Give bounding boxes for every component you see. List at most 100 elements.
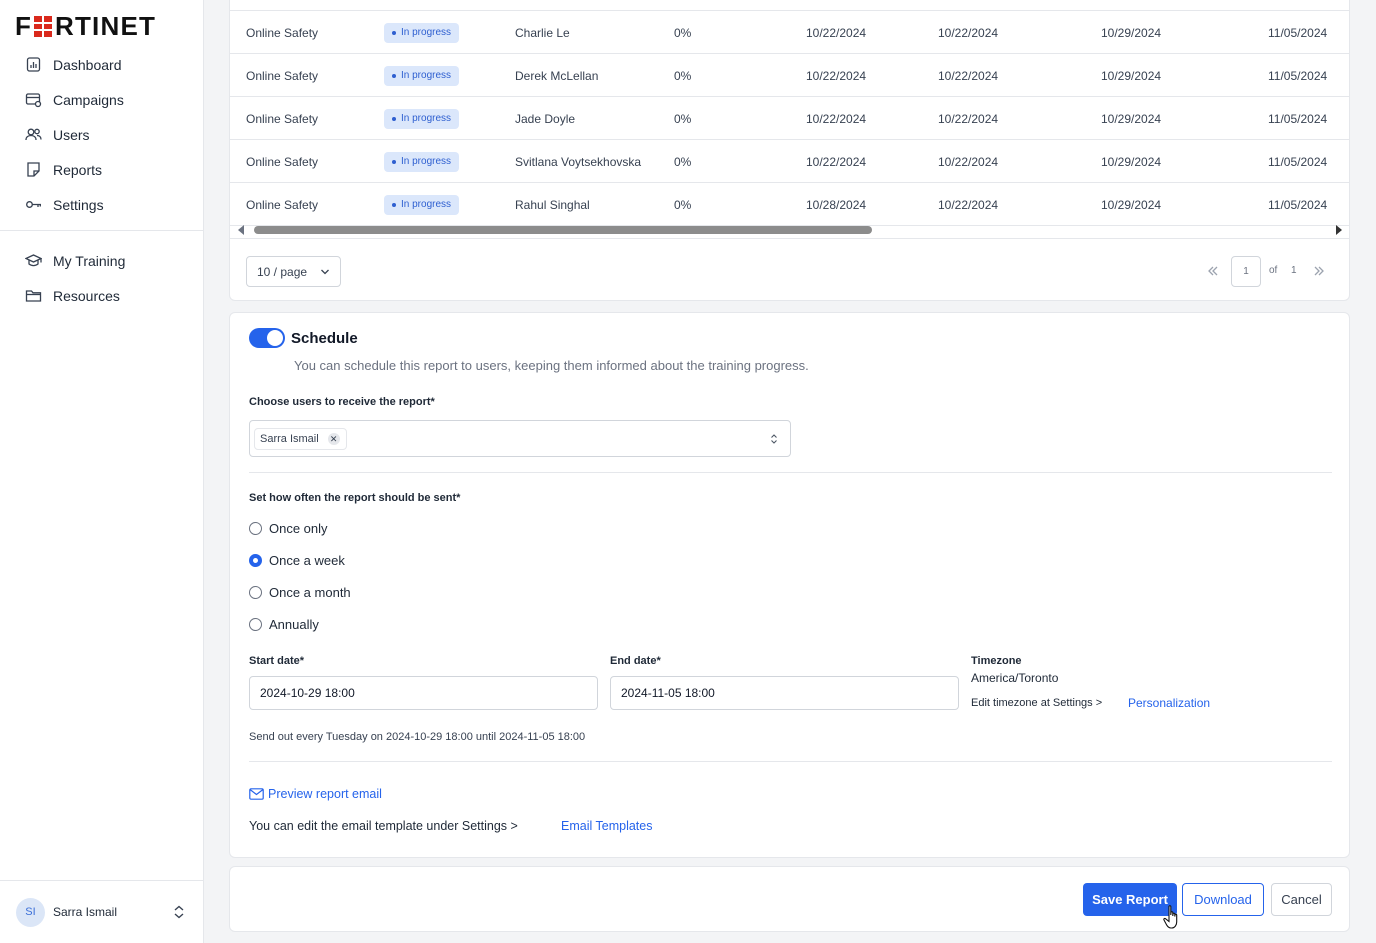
- page-size-value: 10 / page: [257, 264, 308, 279]
- user-name: Sarra Ismail: [53, 905, 118, 919]
- radio-label: Annually: [269, 617, 319, 632]
- date-cell: 10/22/2024: [806, 111, 867, 126]
- mail-icon: [249, 788, 264, 800]
- status-badge: In progress: [384, 11, 460, 54]
- sidebar-item-my-training[interactable]: My Training: [0, 243, 204, 278]
- user-cell: Svitlana Voytsekhovska: [515, 154, 642, 169]
- cancel-button[interactable]: Cancel: [1271, 883, 1332, 916]
- date-cell: 10/22/2024: [938, 111, 999, 126]
- date-cell: 11/05/2024: [1268, 25, 1328, 40]
- user-menu[interactable]: SI Sarra Ismail: [0, 880, 203, 943]
- status-badge-pill: In progress: [384, 194, 460, 215]
- sidebar-item-label: Campaigns: [53, 91, 124, 108]
- scroll-thumb[interactable]: [254, 226, 872, 234]
- table-row: Online Safety In progress Svitlana Voytsek…: [230, 140, 1349, 183]
- status-badge-pill: In progress: [384, 151, 460, 172]
- status-badge-pill: In progress: [384, 108, 460, 129]
- status-dot-icon: [392, 30, 396, 35]
- divider: [249, 472, 1332, 473]
- preview-report-email-link[interactable]: Preview report email: [249, 787, 382, 801]
- date-cell: 10/22/2024: [806, 154, 867, 169]
- status-label: In progress: [401, 27, 452, 38]
- sidebar-item-settings[interactable]: Settings: [0, 187, 204, 222]
- status-dot-icon: [392, 202, 396, 207]
- template-text: You can edit the email template under Se…: [249, 819, 518, 833]
- progress-cell: 0%: [674, 111, 692, 126]
- status-label: In progress: [401, 156, 452, 167]
- download-button[interactable]: Download: [1182, 883, 1264, 916]
- settings-key-icon: [26, 201, 41, 208]
- schedule-toggle[interactable]: [249, 328, 285, 348]
- end-date-input[interactable]: 2024-11-05 18:00: [610, 676, 959, 710]
- page-size-select[interactable]: 10 / page: [246, 256, 341, 287]
- sidebar-item-campaigns[interactable]: Campaigns: [0, 82, 204, 117]
- start-date-input[interactable]: 2024-10-29 18:00: [249, 676, 598, 710]
- email-templates-link[interactable]: Email Templates: [561, 819, 652, 833]
- date-cell: 10/22/2024: [938, 25, 999, 40]
- chevron-up-down-icon[interactable]: [173, 905, 185, 919]
- sidebar: F RTINET Dashboard Campaigns Users Repor…: [0, 0, 204, 943]
- report-table-card: Online Safety In progress Charlie Le 0% 10/2…: [229, 0, 1350, 301]
- svg-text:F: F: [15, 14, 32, 38]
- folder-icon: [25, 290, 42, 302]
- horizontal-scrollbar[interactable]: [230, 220, 1349, 240]
- progress-cell: 0%: [674, 154, 692, 169]
- status-label: In progress: [401, 70, 452, 81]
- personalization-link[interactable]: Personalization: [1128, 696, 1210, 710]
- users-icon: [25, 128, 42, 141]
- radio-button-selected[interactable]: [249, 554, 262, 567]
- date-cell: 10/22/2024: [938, 154, 999, 169]
- date-cell: 10/29/2024: [1101, 68, 1162, 83]
- timezone-edit-text: Edit timezone at Settings >: [971, 697, 1103, 709]
- radio-button[interactable]: [249, 618, 262, 631]
- table-row: [230, 0, 1349, 11]
- scroll-track-line: [230, 238, 1349, 239]
- sidebar-item-dashboard[interactable]: Dashboard: [0, 47, 204, 82]
- date-cell: 10/22/2024: [806, 25, 867, 40]
- frequency-annually[interactable]: Annually: [249, 617, 319, 632]
- status-badge: In progress: [384, 54, 460, 97]
- course-cell: Online Safety: [246, 111, 319, 126]
- schedule-description: You can schedule this report to users, k…: [294, 358, 809, 373]
- chevron-down-icon: [321, 269, 329, 275]
- secondary-nav: My Training Resources: [0, 243, 204, 313]
- frequency-label: Set how often the report should be sent*: [249, 492, 461, 504]
- status-dot-icon: [392, 159, 396, 164]
- reports-icon: [27, 162, 40, 177]
- progress-cell: 0%: [674, 25, 692, 40]
- date-cell: 10/29/2024: [1101, 25, 1162, 40]
- date-cell: 10/22/2024: [938, 68, 999, 83]
- frequency-once-a-month[interactable]: Once a month: [249, 585, 351, 600]
- remove-recipient-icon[interactable]: ✕: [327, 433, 340, 445]
- recipient-name: Sarra Ismail: [260, 433, 319, 445]
- radio-button[interactable]: [249, 522, 262, 535]
- scroll-right-arrow[interactable]: [1336, 225, 1342, 235]
- user-cell: Derek McLellan: [515, 68, 599, 83]
- recipient-chip: Sarra Ismail ✕: [254, 428, 347, 450]
- page-of-label: of: [1269, 265, 1278, 276]
- fortinet-logo[interactable]: F RTINET: [15, 14, 190, 38]
- date-cell: 11/05/2024: [1268, 154, 1328, 169]
- sidebar-item-label: Dashboard: [53, 56, 122, 73]
- date-cell: 11/05/2024: [1268, 111, 1328, 126]
- frequency-once-a-week[interactable]: Once a week: [249, 553, 345, 568]
- status-badge-pill: In progress: [384, 65, 460, 86]
- date-cell: 10/22/2024: [806, 68, 867, 83]
- first-page-icon[interactable]: [1206, 263, 1220, 279]
- sidebar-item-reports[interactable]: Reports: [0, 152, 204, 187]
- status-badge: In progress: [384, 97, 460, 140]
- footer-actions: Save Report Download Cancel: [229, 866, 1350, 932]
- status-badge-pill: In progress: [384, 22, 460, 43]
- radio-button[interactable]: [249, 586, 262, 599]
- last-page-icon[interactable]: [1312, 263, 1326, 279]
- date-cell: 11/05/2024: [1268, 68, 1328, 83]
- radio-label: Once a week: [269, 553, 345, 568]
- sidebar-item-users[interactable]: Users: [0, 117, 204, 152]
- current-page-input[interactable]: 1: [1231, 256, 1261, 287]
- sidebar-item-label: My Training: [53, 252, 126, 269]
- recipients-select[interactable]: Sarra Ismail ✕: [249, 420, 791, 457]
- frequency-once-only[interactable]: Once only: [249, 521, 328, 536]
- scroll-left-arrow[interactable]: [238, 225, 244, 235]
- timezone-label: Timezone: [971, 655, 1022, 667]
- sidebar-item-resources[interactable]: Resources: [0, 278, 204, 313]
